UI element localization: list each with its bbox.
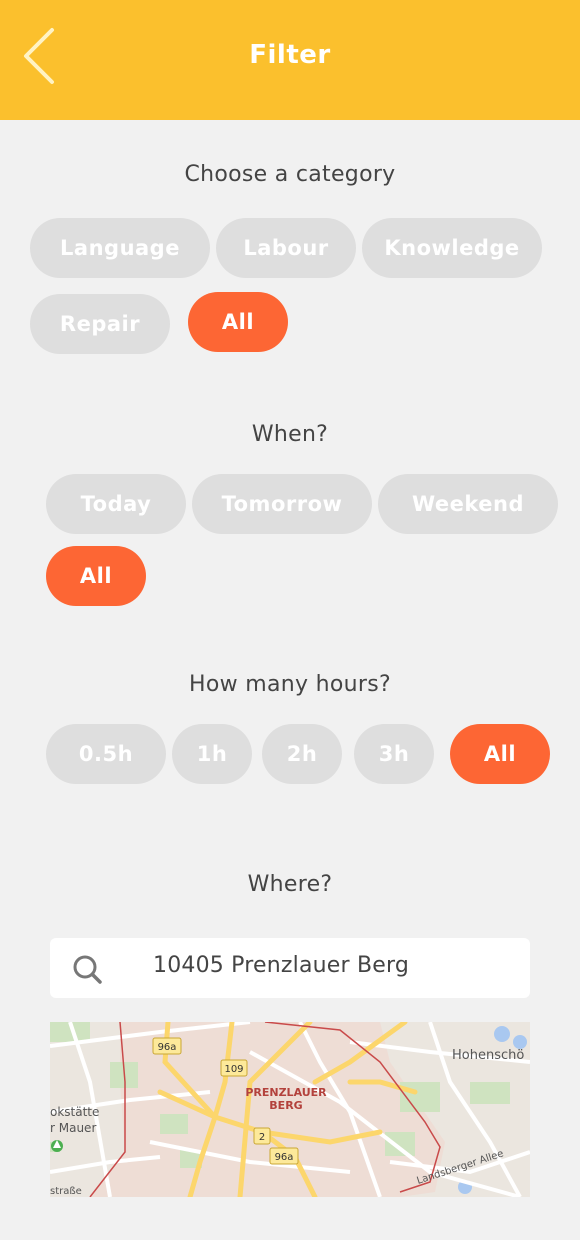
road-badge: 109 [220, 1059, 248, 1077]
map-view[interactable]: PRENZLAUER BERG Hohenschö okstätte r Mau… [50, 1022, 530, 1197]
hours-chip-3h[interactable]: 3h [354, 724, 434, 784]
svg-text:109: 109 [224, 1064, 243, 1075]
hours-chip-0-5h[interactable]: 0.5h [46, 724, 166, 784]
when-chip-all[interactable]: All [46, 546, 146, 606]
category-chip-language[interactable]: Language [30, 218, 210, 278]
street-label-bottom-left: straße [50, 1186, 82, 1197]
svg-text:2: 2 [259, 1132, 265, 1143]
road-badge: 96a [269, 1147, 299, 1165]
location-search-field[interactable]: 10405 Prenzlauer Berg [50, 938, 530, 998]
page-title: Filter [249, 40, 331, 70]
district-label-line1: PRENZLAUER [245, 1086, 327, 1099]
place-label-west-line1: okstätte [50, 1105, 99, 1119]
search-icon [73, 955, 102, 984]
hours-chip-2h[interactable]: 2h [262, 724, 342, 784]
app-header: Filter [0, 0, 580, 120]
place-label-west-line2: r Mauer [50, 1121, 96, 1135]
when-chip-tomorrow[interactable]: Tomorrow [192, 474, 372, 534]
category-chip-all[interactable]: All [188, 292, 288, 352]
location-value: 10405 Prenzlauer Berg [153, 953, 410, 978]
map-canvas: PRENZLAUER BERG Hohenschö okstätte r Mau… [50, 1022, 530, 1197]
when-section-title: When? [251, 422, 329, 447]
road-badge: 2 [253, 1127, 271, 1145]
svg-text:96a: 96a [275, 1152, 294, 1163]
park-marker-icon [51, 1140, 63, 1152]
when-chip-today[interactable]: Today [46, 474, 186, 534]
svg-text:96a: 96a [158, 1042, 177, 1053]
hours-chip-1h[interactable]: 1h [172, 724, 252, 784]
category-chip-labour[interactable]: Labour [216, 218, 356, 278]
where-section-title: Where? [247, 872, 333, 897]
category-section-title: Choose a category [184, 162, 396, 187]
category-chip-knowledge[interactable]: Knowledge [362, 218, 542, 278]
district-label-line2: BERG [269, 1099, 302, 1112]
place-label-hohenschoen: Hohenschö [452, 1048, 524, 1063]
hours-section-title: How many hours? [189, 672, 391, 697]
hours-chip-all[interactable]: All [450, 724, 550, 784]
road-badge: 96a [152, 1037, 182, 1055]
when-chip-weekend[interactable]: Weekend [378, 474, 558, 534]
category-chip-repair[interactable]: Repair [30, 294, 170, 354]
